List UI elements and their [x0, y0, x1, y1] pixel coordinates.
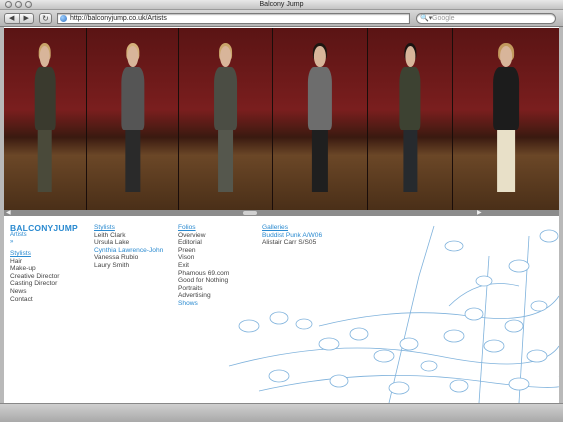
- galleries-heading[interactable]: Galleries: [262, 224, 322, 232]
- folio-overview[interactable]: Overview: [178, 232, 229, 240]
- nav-casting-director[interactable]: Casting Director: [10, 280, 78, 288]
- folio-editorial[interactable]: Editorial: [178, 239, 229, 247]
- model-head: [219, 46, 232, 68]
- folio-portraits[interactable]: Portraits: [178, 285, 229, 293]
- model-outfit-bottom: [312, 129, 328, 193]
- page-content: BALCONYJUMP Artists » Stylists Hair Make…: [4, 216, 559, 403]
- stylist-laury-smith[interactable]: Laury Smith: [94, 262, 163, 270]
- folio-shows[interactable]: Shows: [178, 300, 229, 308]
- runway-photo-5[interactable]: [368, 28, 452, 210]
- forward-button[interactable]: ▶: [18, 14, 34, 23]
- model-outfit-top: [492, 67, 520, 130]
- model-outfit-bottom: [217, 129, 234, 193]
- folio-vison[interactable]: Vison: [178, 254, 229, 262]
- browser-toolbar: ◀ ▶ ↻ http://balconyjump.co.uk/Artists 🔍…: [0, 10, 563, 27]
- model-outfit-top: [34, 67, 56, 130]
- model-head: [127, 46, 138, 68]
- globe-icon: [60, 15, 67, 22]
- model-head: [314, 46, 326, 68]
- folio-good-for-nothing[interactable]: Good for Nothing: [178, 277, 229, 285]
- folio-advertising[interactable]: Advertising: [178, 292, 229, 300]
- scroll-left-arrow-icon[interactable]: ◀: [6, 209, 11, 216]
- stylists-heading[interactable]: Stylists: [94, 224, 163, 232]
- nav-stylists-link[interactable]: Stylists: [10, 250, 78, 258]
- folio-phamous[interactable]: Phamous 69.com: [178, 270, 229, 278]
- model-outfit-top: [308, 67, 332, 130]
- model-outfit-bottom: [402, 129, 418, 193]
- runway-photo-4[interactable]: [273, 28, 367, 210]
- gallery-alistair-carr[interactable]: Alistair Carr S/S05: [262, 239, 322, 247]
- search-field[interactable]: 🔍▾ Google: [416, 13, 556, 24]
- folios-heading[interactable]: Folios: [178, 224, 229, 232]
- runway-photo-1[interactable]: [4, 28, 86, 210]
- nav-contact[interactable]: Contact: [10, 296, 78, 304]
- model-outfit-top: [121, 67, 144, 130]
- model-figure: [212, 43, 240, 195]
- folio-preen[interactable]: Preen: [178, 247, 229, 255]
- runway-photo-3[interactable]: [179, 28, 272, 210]
- status-bar: [0, 403, 563, 422]
- nav-creative-director[interactable]: Creative Director: [10, 273, 78, 281]
- site-logo[interactable]: BALCONYJUMP: [10, 224, 78, 233]
- folio-exit[interactable]: Exit: [178, 262, 229, 270]
- url-text[interactable]: http://balconyjump.co.uk/Artists: [70, 14, 167, 23]
- window-frame-right: [559, 27, 563, 403]
- scrollbar-thumb[interactable]: [243, 211, 257, 215]
- nav-hair[interactable]: Hair: [10, 258, 78, 266]
- model-outfit-bottom: [124, 129, 141, 193]
- model-outfit-top: [399, 67, 421, 130]
- search-placeholder[interactable]: Google: [432, 14, 455, 23]
- stylist-cynthia-lawrence-john[interactable]: Cynthia Lawrence-John: [94, 247, 163, 255]
- nav-buttons: ◀ ▶: [4, 13, 34, 24]
- window-title: Balcony Jump: [259, 1, 304, 8]
- model-figure: [33, 43, 58, 195]
- model-head: [499, 46, 513, 68]
- model-figure: [119, 43, 146, 195]
- stylist-vanessa-rubio[interactable]: Vanessa Rubio: [94, 254, 163, 262]
- main-nav-column: BALCONYJUMP Artists » Stylists Hair Make…: [10, 224, 78, 303]
- model-figure: [397, 43, 422, 195]
- runway-photo-6[interactable]: [453, 28, 559, 210]
- model-outfit-bottom: [38, 129, 52, 193]
- stylists-column: Stylists Leith Clark Ursula Lake Cynthia…: [94, 224, 163, 270]
- reload-button[interactable]: ↻: [39, 13, 52, 24]
- runway-photo-strip[interactable]: [4, 28, 559, 210]
- title-bar: Balcony Jump: [0, 0, 563, 10]
- stylist-ursula-lake[interactable]: Ursula Lake: [94, 239, 163, 247]
- gallery-buddist-punk[interactable]: Buddist Punk A/W06: [262, 232, 322, 240]
- search-icon[interactable]: 🔍▾: [420, 14, 432, 23]
- model-head: [404, 46, 416, 68]
- stylist-leith-clark[interactable]: Leith Clark: [94, 232, 163, 240]
- folios-column: Folios Overview Editorial Preen Vison Ex…: [178, 224, 229, 308]
- galleries-column: Galleries Buddist Punk A/W06 Alistair Ca…: [262, 224, 322, 247]
- model-outfit-bottom: [497, 129, 515, 193]
- address-bar[interactable]: http://balconyjump.co.uk/Artists: [57, 13, 410, 24]
- nav-news[interactable]: News: [10, 288, 78, 296]
- model-figure: [490, 43, 522, 195]
- scroll-right-arrow-icon[interactable]: ▶: [477, 209, 482, 216]
- model-head: [40, 46, 50, 68]
- runway-photo-2[interactable]: [87, 28, 178, 210]
- model-outfit-top: [213, 67, 238, 130]
- model-figure: [306, 43, 334, 195]
- nav-make-up[interactable]: Make-up: [10, 265, 78, 273]
- back-button[interactable]: ◀: [5, 14, 19, 23]
